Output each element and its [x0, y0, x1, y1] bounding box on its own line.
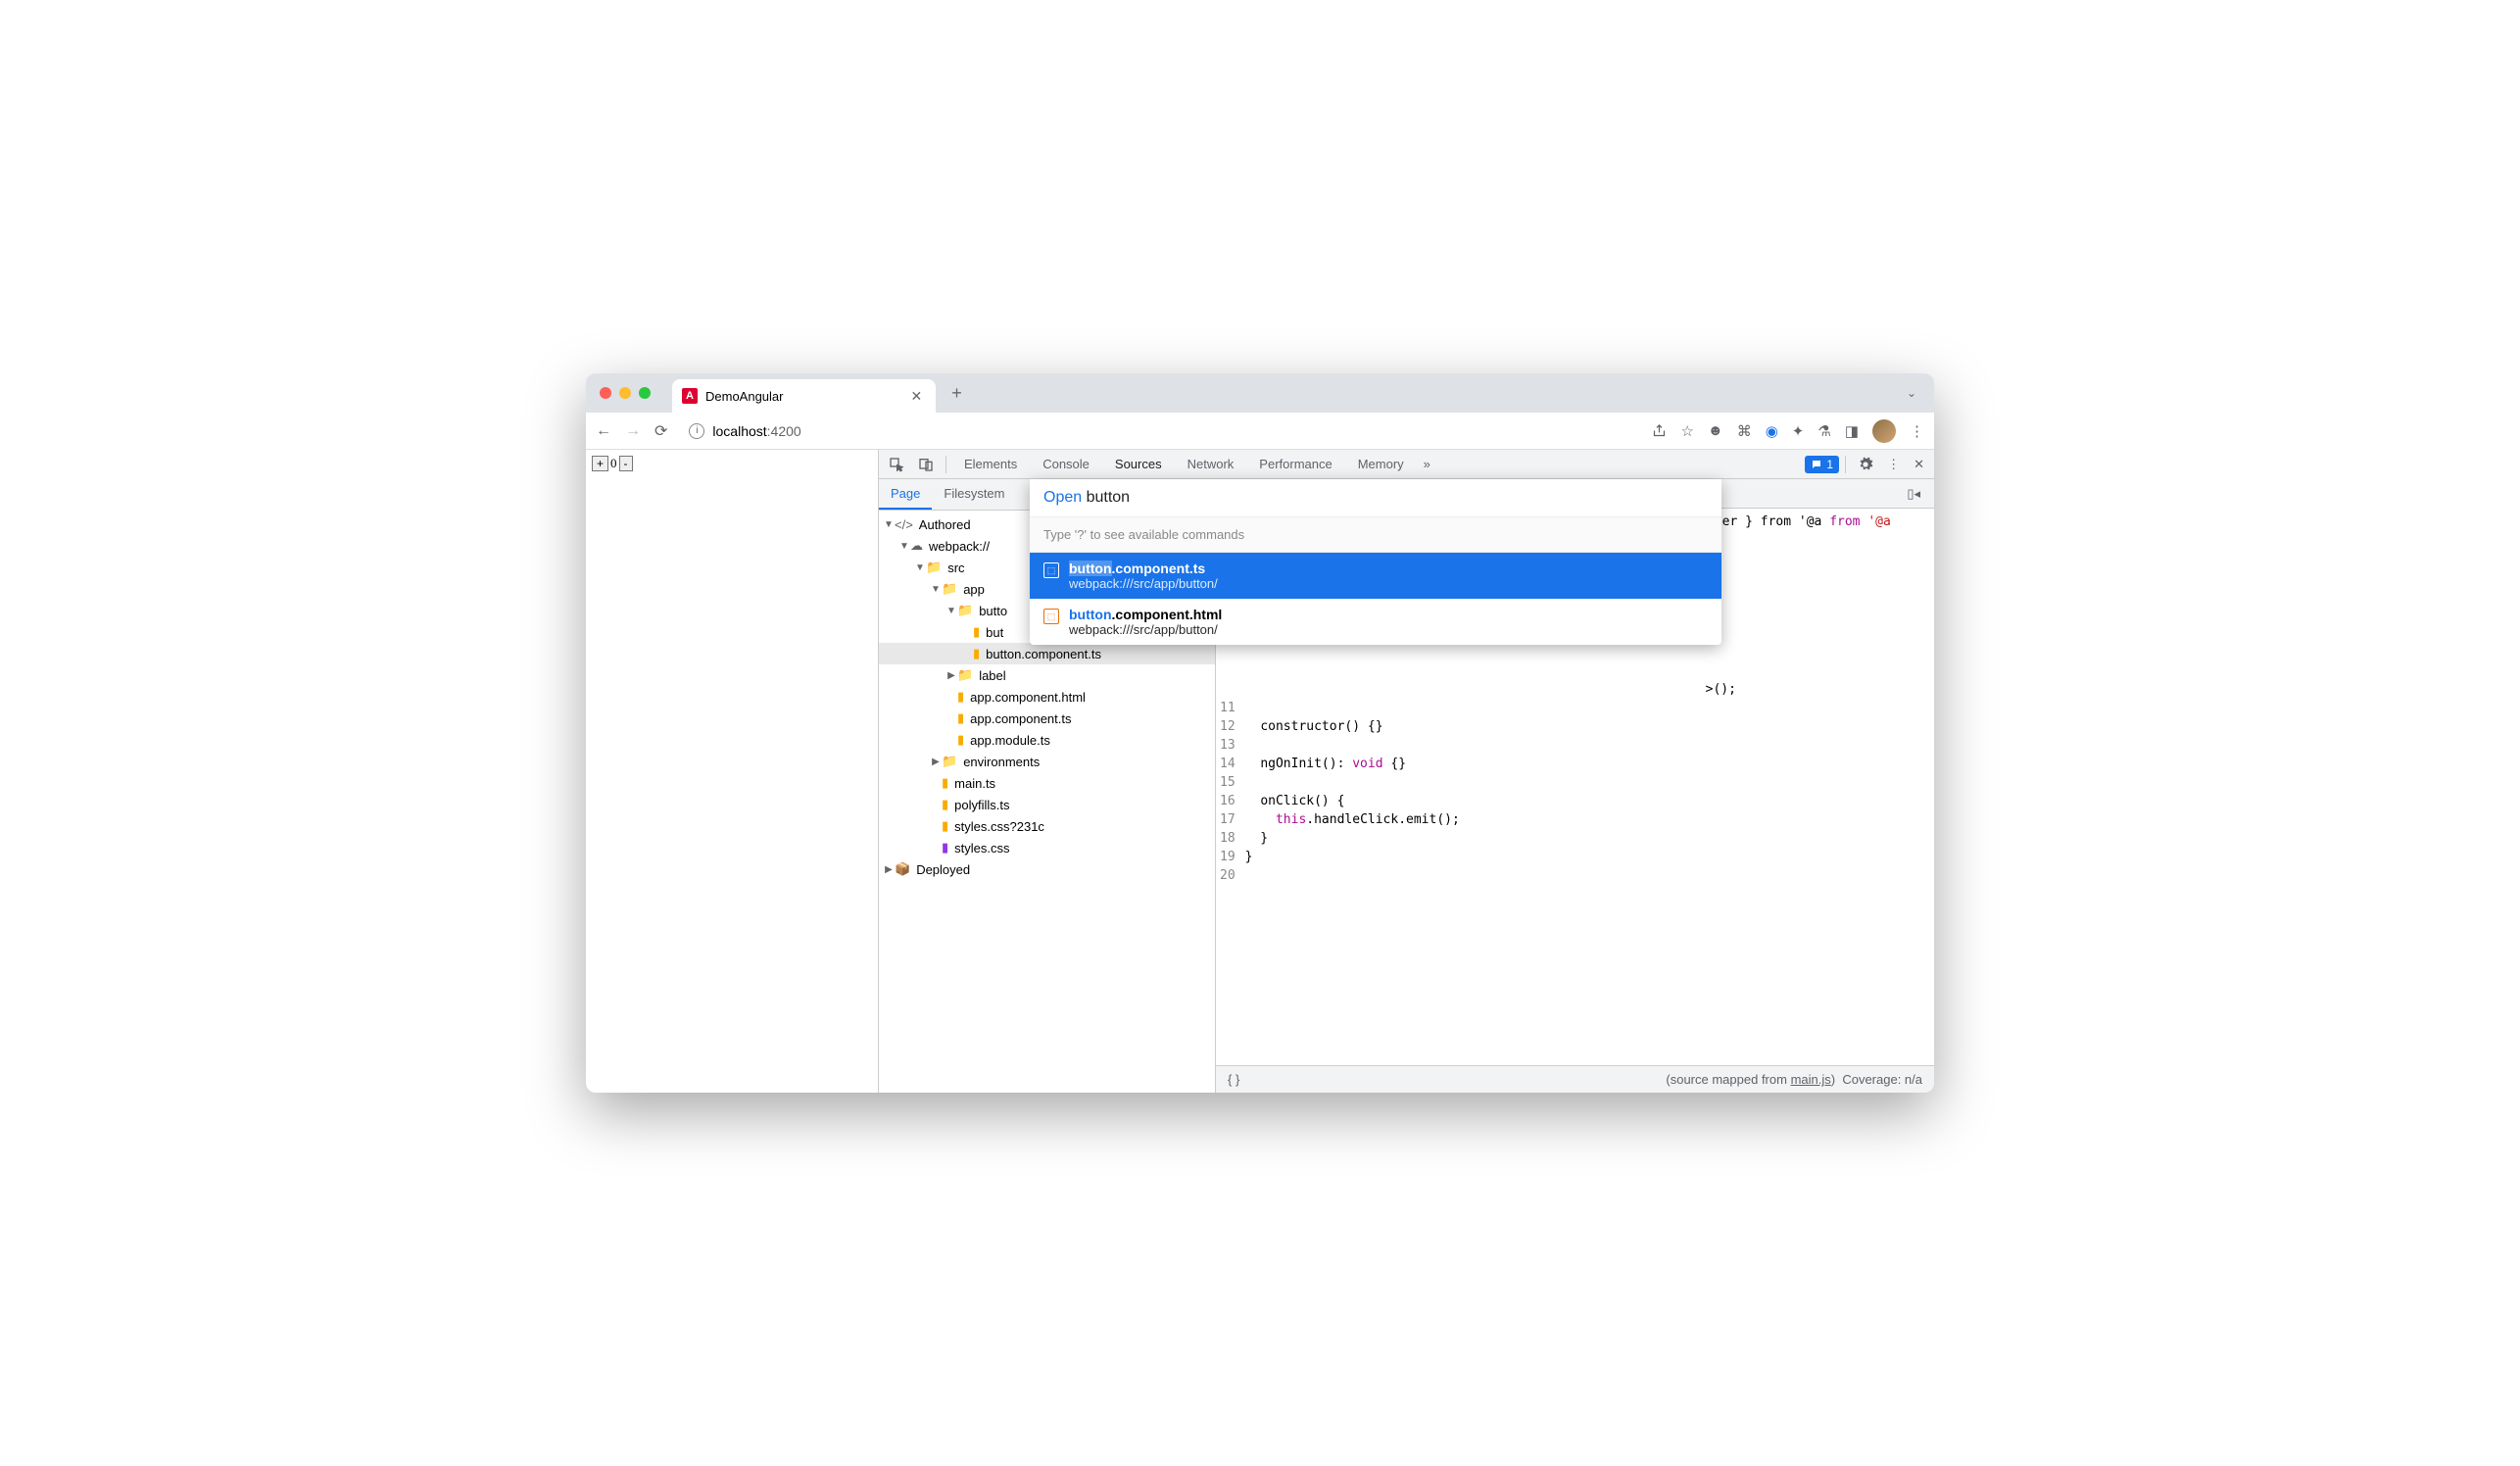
back-button[interactable]: ← [596, 422, 611, 440]
devtools-body: Page Filesystem ⋮ ▼</>Authored ▼☁webpack… [879, 479, 1934, 1093]
tree-app-module[interactable]: ▮app.module.ts [879, 729, 1215, 751]
panel-tab-network[interactable]: Network [1176, 451, 1246, 477]
tree-deployed[interactable]: ▶📦Deployed [879, 858, 1215, 880]
content-area: + 0 - Elements Console Sources Network P… [586, 450, 1934, 1093]
popup-item-2[interactable]: ⬚ button.component.html webpack:///src/a… [1030, 599, 1721, 645]
devtools-toolbar: Elements Console Sources Network Perform… [879, 450, 1934, 479]
more-panels-icon[interactable]: » [1418, 453, 1436, 475]
close-devtools-icon[interactable]: ✕ [1908, 453, 1930, 476]
extension-icon-1[interactable]: ☻ [1708, 422, 1723, 439]
open-file-input[interactable]: Open button [1030, 479, 1721, 517]
open-file-popup: Open button Type '?' to see available co… [1030, 479, 1721, 645]
counter-widget: + 0 - [592, 456, 872, 471]
tree-app-ts[interactable]: ▮app.component.ts [879, 708, 1215, 729]
profile-avatar[interactable] [1872, 419, 1896, 443]
reload-button[interactable]: ⟳ [654, 421, 667, 441]
window-controls [594, 387, 651, 399]
decrement-button[interactable]: - [619, 456, 633, 471]
panel-tab-sources[interactable]: Sources [1103, 451, 1174, 477]
extension-icon-2[interactable]: ⌘ [1737, 422, 1752, 440]
editor-status-bar: { } (source mapped from main.js) Coverag… [1216, 1065, 1934, 1093]
tree-button-ts[interactable]: ▮button.component.ts [879, 643, 1215, 664]
file-icon: ⬚ [1043, 562, 1059, 578]
rendered-page: + 0 - [586, 450, 878, 1093]
site-info-icon[interactable]: i [689, 423, 704, 439]
file-icon: ⬚ [1043, 609, 1059, 624]
tree-app-html[interactable]: ▮app.component.html [879, 686, 1215, 708]
address-bar: ← → ⟳ i localhost:4200 ☆ ☻ ⌘ ◉ ✦ ⚗ ◨ ⋮ [586, 413, 1934, 450]
toolbar-actions: ☆ ☻ ⌘ ◉ ✦ ⚗ ◨ ⋮ [1652, 419, 1924, 443]
tree-styles[interactable]: ▮styles.css [879, 837, 1215, 858]
device-toggle-icon[interactable] [912, 453, 940, 476]
new-tab-button[interactable]: + [944, 383, 970, 404]
settings-gear-icon[interactable] [1852, 453, 1879, 476]
tree-polyfills[interactable]: ▮polyfills.ts [879, 794, 1215, 815]
increment-button[interactable]: + [592, 456, 608, 471]
tab-strip: A DemoAngular ✕ + ⌄ [586, 373, 1934, 413]
tree-styles-q[interactable]: ▮styles.css?231c [879, 815, 1215, 837]
toggle-sidebar-icon[interactable]: ▯◂ [1901, 482, 1926, 506]
bookmark-star-icon[interactable]: ☆ [1680, 422, 1693, 440]
share-icon[interactable] [1652, 423, 1667, 438]
maximize-window-button[interactable] [639, 387, 651, 399]
panel-tab-console[interactable]: Console [1031, 451, 1101, 477]
close-window-button[interactable] [600, 387, 611, 399]
devtools-panel: Elements Console Sources Network Perform… [878, 450, 1934, 1093]
side-panel-icon[interactable]: ◨ [1845, 422, 1859, 440]
angular-favicon-icon: A [682, 388, 698, 404]
source-map-link[interactable]: main.js [1791, 1072, 1831, 1087]
extension-icon-3[interactable]: ◉ [1766, 422, 1778, 440]
pretty-print-icon[interactable]: { } [1228, 1072, 1239, 1087]
tree-label-dir[interactable]: ▶📁label [879, 664, 1215, 686]
chrome-menu-button[interactable]: ⋮ [1910, 422, 1924, 440]
issues-badge[interactable]: 1 [1805, 456, 1839, 473]
inspect-element-icon[interactable] [883, 453, 910, 476]
devtools-menu-icon[interactable]: ⋮ [1881, 453, 1906, 476]
url-text: localhost:4200 [712, 423, 800, 439]
extensions-puzzle-icon[interactable]: ✦ [1792, 422, 1805, 440]
panel-tab-performance[interactable]: Performance [1247, 451, 1343, 477]
tab-list-button[interactable]: ⌄ [1897, 386, 1926, 400]
sidebar-tab-filesystem[interactable]: Filesystem [932, 479, 1016, 510]
browser-window: A DemoAngular ✕ + ⌄ ← → ⟳ i localhost:42… [586, 373, 1934, 1093]
popup-hint: Type '?' to see available commands [1030, 517, 1721, 553]
omnibox[interactable]: i localhost:4200 [681, 419, 1638, 443]
status-text: (source mapped from main.js) Coverage: n… [1666, 1072, 1922, 1087]
sidebar-tab-page[interactable]: Page [879, 479, 932, 510]
counter-value: 0 [608, 456, 619, 471]
close-tab-button[interactable]: ✕ [907, 388, 927, 405]
labs-flask-icon[interactable]: ⚗ [1817, 422, 1830, 440]
panel-tab-elements[interactable]: Elements [952, 451, 1029, 477]
panel-tab-memory[interactable]: Memory [1346, 451, 1416, 477]
tree-environments[interactable]: ▶📁environments [879, 751, 1215, 772]
forward-button[interactable]: → [625, 422, 641, 440]
tree-main-ts[interactable]: ▮main.ts [879, 772, 1215, 794]
browser-tab[interactable]: A DemoAngular ✕ [672, 379, 936, 413]
minimize-window-button[interactable] [619, 387, 631, 399]
popup-item-1[interactable]: ⬚ button.component.ts webpack:///src/app… [1030, 553, 1721, 599]
tab-title: DemoAngular [705, 389, 784, 404]
